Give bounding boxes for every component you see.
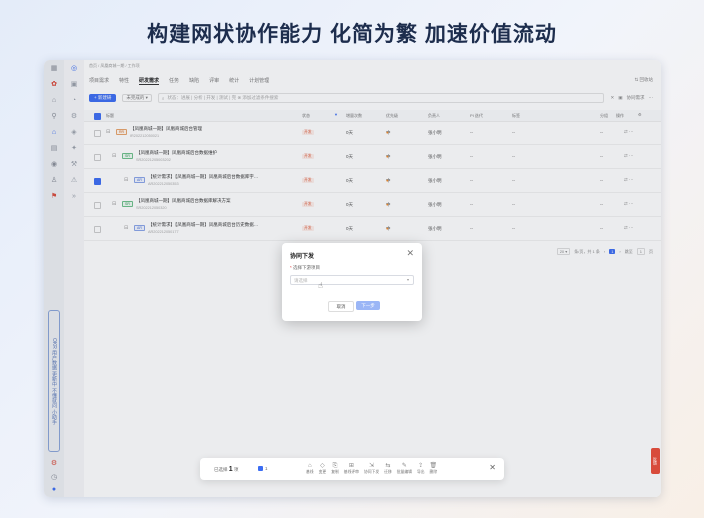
project-select[interactable]: 请选择 ▾	[290, 275, 414, 285]
action-icon: ◇	[320, 463, 325, 469]
field-label-text: 选择下游项目	[293, 265, 321, 270]
bulk-action-button[interactable]: ⇪ 导出	[417, 462, 425, 475]
bulk-actions: ⌂ 基线 ◇ 变更 ⎘ 复制 ⊞ 基线评审 ⇲ 协同下发 ⇆ 迁移 ✎ 批量编辑 ⇪ 导出 🗑 删除	[306, 462, 437, 475]
collab-dispatch-dialog: 协同下发 ✕ * 选择下游项目 请选择 ▾ ☝ 取消 下一步	[282, 243, 422, 321]
bulk-action-button[interactable]: ⇆ 迁移	[384, 462, 392, 475]
action-label: 协同下发	[363, 470, 380, 474]
action-label: 批量编辑	[396, 470, 412, 474]
bulk-action-button[interactable]: ⇲ 协同下发	[364, 462, 379, 475]
page-headline: 构建网状协作能力 化简为繁 加速价值流动	[147, 23, 557, 46]
selected-count: 1	[228, 466, 233, 473]
bulk-action-button[interactable]: ⊞ 基线评审	[344, 462, 359, 475]
action-icon: ⇪	[418, 463, 424, 469]
action-label: 变更	[318, 470, 327, 474]
action-label: 删除	[429, 470, 438, 474]
next-button[interactable]: 下一步	[356, 301, 380, 310]
feedback-tab[interactable]: 反馈	[651, 448, 660, 474]
action-icon: ⇆	[385, 463, 391, 469]
action-label: 导出	[416, 470, 425, 474]
close-icon[interactable]: ✕	[406, 248, 414, 259]
action-icon: 🗑	[429, 463, 438, 469]
close-icon[interactable]: ✕	[489, 463, 496, 472]
selection-chip[interactable]: 1	[258, 466, 268, 471]
selection-count: 已选择 1 项	[214, 466, 238, 473]
action-icon: ⎘	[332, 463, 338, 469]
hand-cursor-icon: ☝	[318, 281, 323, 290]
action-label: 迁移	[384, 470, 392, 474]
bulk-action-button[interactable]: ⎘ 复制	[331, 462, 339, 475]
action-icon: ✎	[401, 463, 407, 469]
bulk-action-button[interactable]: ◇ 变更	[319, 462, 327, 475]
checkbox-icon	[258, 466, 263, 471]
bulk-action-button[interactable]: ⌂ 基线	[306, 462, 314, 475]
action-icon: ⊞	[348, 463, 354, 469]
field-label: * 选择下游项目	[290, 265, 321, 270]
action-label: 基线	[306, 470, 314, 474]
action-icon: ⌂	[307, 463, 312, 469]
selected-suffix: 项	[233, 467, 239, 472]
bulk-action-button[interactable]: 🗑 删除	[430, 462, 438, 475]
action-label: 基线评审	[343, 470, 359, 474]
selected-prefix: 已选择	[214, 467, 228, 472]
action-icon: ⇲	[369, 463, 375, 469]
dialog-title: 协同下发	[290, 254, 315, 260]
bulk-action-button[interactable]: ✎ 批量编辑	[397, 462, 412, 475]
bulk-action-bar: 已选择 1 项 1 ⌂ 基线 ◇ 变更 ⎘ 复制 ⊞ 基线评审 ⇲ 协同下发 ⇆ 迁移 ✎ 批量编辑 ⇪ 导出…	[200, 458, 504, 480]
select-placeholder: 请选择	[294, 278, 308, 283]
chip-count: 1	[265, 466, 268, 471]
cancel-button[interactable]: 取消	[328, 301, 354, 312]
chevron-down-icon: ▾	[406, 277, 409, 282]
action-label: 复制	[331, 470, 339, 474]
